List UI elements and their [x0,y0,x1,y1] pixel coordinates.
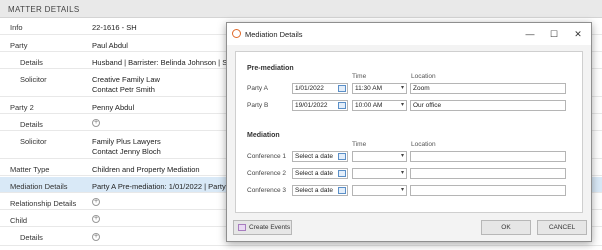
date-value: Select a date [295,170,333,177]
conference-3-label: Conference 3 [247,187,287,194]
conference-3-date-picker[interactable]: Select a date [292,185,348,196]
add-icon[interactable]: + [92,198,100,206]
location-column-header: Location [411,73,436,80]
matter-details-header: MATTER DETAILS [0,0,602,18]
row-label: Solicitor [20,137,47,146]
matter-details-title: MATTER DETAILS [8,5,80,14]
add-icon[interactable]: + [92,119,100,127]
row-label: Details [20,120,43,129]
dialog-titlebar[interactable]: Mediation Details — ☐ ✕ [227,23,591,45]
calendar-icon[interactable] [338,102,346,109]
cancel-button[interactable]: CANCEL [537,220,587,235]
chevron-down-icon: ▾ [400,187,404,193]
chevron-down-icon: ▾ [400,102,404,108]
create-events-button[interactable]: Create Events [233,220,292,235]
premediation-heading: Pre-mediation [247,65,294,72]
mediation-heading: Mediation [247,132,280,139]
calendar-icon[interactable] [338,170,346,177]
time-column-header: Time [352,73,367,80]
close-icon[interactable]: ✕ [571,27,585,41]
calendar-icon[interactable] [338,85,346,92]
row-value: Paul Abdul [92,41,128,50]
row-value: Family Plus Lawyers [92,137,161,146]
row-value: Party A Pre-mediation: 1/01/2022 | Party… [92,182,233,191]
row-value: 22-1616 - SH [92,23,137,32]
party-a-label: Party A [247,85,268,92]
row-label: Party 2 [10,103,34,112]
row-label: Solicitor [20,75,47,84]
party-a-location-field[interactable]: Zoom [410,83,566,94]
maximize-icon[interactable]: ☐ [547,27,561,41]
row-value: Creative Family Law [92,75,160,84]
date-value: Select a date [295,153,333,160]
date-value: 1/01/2022 [295,85,324,92]
party-a-date-picker[interactable]: 1/01/2022 [292,83,348,94]
dialog-title: Mediation Details [245,30,303,39]
chevron-down-icon: ▾ [400,85,404,91]
conference-2-date-picker[interactable]: Select a date [292,168,348,179]
dialog-content: Pre-mediation Time Location Party A 1/01… [235,51,583,213]
location-value: Our office [413,102,442,109]
conference-2-label: Conference 2 [247,170,287,177]
row-label: Info [10,23,23,32]
conference-2-location-field[interactable] [410,168,566,179]
date-value: 19/01/2022 [295,102,328,109]
row-label: Mediation Details [10,182,68,191]
conference-1-label: Conference 1 [247,153,287,160]
calendar-icon[interactable] [338,187,346,194]
ok-button[interactable]: OK [481,220,531,235]
time-value: 10:00 AM [355,102,383,109]
minimize-icon[interactable]: — [523,27,537,41]
add-icon[interactable]: + [92,215,100,223]
row-value: Husband | Barrister: Belinda Johnson | S… [92,58,232,67]
row-label: Matter Type [10,165,50,174]
conference-1-date-picker[interactable]: Select a date [292,151,348,162]
create-events-label: Create Events [249,224,291,231]
party-b-date-picker[interactable]: 19/01/2022 [292,100,348,111]
time-column-header: Time [352,141,367,148]
conference-3-time-select[interactable]: ▾ [352,185,407,196]
time-value: 11:30 AM [355,85,382,92]
party-b-time-select[interactable]: 10:00 AM ▾ [352,100,407,111]
conference-1-location-field[interactable] [410,151,566,162]
row-value: Children and Property Mediation [92,165,200,174]
location-value: Zoom [413,85,430,92]
row-label: Details [20,233,43,242]
mediation-details-dialog: Mediation Details — ☐ ✕ Pre-mediation Ti… [226,22,592,242]
row-value: Penny Abdul [92,103,135,112]
conference-1-time-select[interactable]: ▾ [352,151,407,162]
chevron-down-icon: ▾ [400,153,404,159]
row-value-contact: Contact Jenny Bloch [92,147,161,156]
location-column-header: Location [411,141,436,148]
date-value: Select a date [295,187,333,194]
party-b-location-field[interactable]: Our office [410,100,566,111]
add-icon[interactable]: + [92,233,100,241]
calendar-icon[interactable] [338,153,346,160]
conference-2-time-select[interactable]: ▾ [352,168,407,179]
calendar-events-icon [238,224,246,231]
conference-3-location-field[interactable] [410,185,566,196]
party-a-time-select[interactable]: 11:30 AM ▾ [352,83,407,94]
row-label: Party [10,41,28,50]
row-value-contact: Contact Petr Smith [92,85,155,94]
party-b-label: Party B [247,102,269,109]
app-logo-icon [232,29,241,38]
chevron-down-icon: ▾ [400,170,404,176]
row-label: Details [20,58,43,67]
row-label: Relationship Details [10,199,77,208]
row-label: Child [10,216,28,225]
